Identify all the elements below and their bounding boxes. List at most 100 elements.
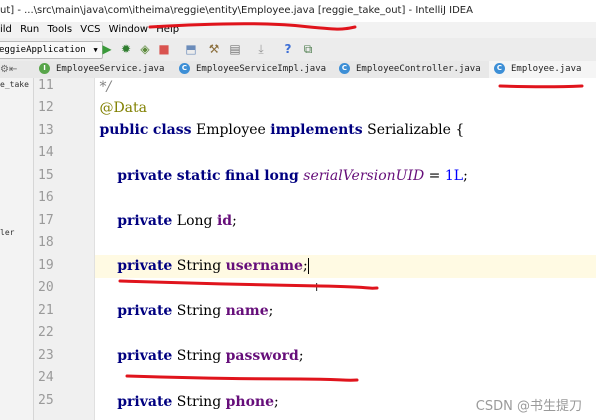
- keyword: long: [264, 168, 299, 184]
- help-icon[interactable]: ?: [281, 42, 295, 56]
- semicolon: ;: [302, 258, 308, 274]
- menu-help[interactable]: Help: [156, 24, 179, 35]
- code-editor[interactable]: */ @Data public class Employee implement…: [95, 78, 596, 420]
- collapse-icon[interactable]: ⇤: [9, 64, 17, 75]
- keyword: class: [152, 122, 192, 138]
- field-name: name: [225, 303, 269, 319]
- project-panel: e_take ler: [0, 78, 34, 420]
- chevron-down-icon: ▼: [93, 46, 98, 54]
- download-icon[interactable]: ⤓: [254, 42, 268, 56]
- keyword: final: [224, 168, 260, 184]
- annotation-data: @Data: [99, 100, 147, 116]
- line-number: 21: [38, 303, 54, 318]
- class-name: Employee: [195, 122, 266, 138]
- keyword: static: [176, 168, 221, 184]
- line-number: 25: [38, 393, 54, 408]
- field-name: phone: [225, 394, 275, 410]
- line-number: 15: [38, 168, 54, 183]
- type-name: String: [176, 348, 222, 364]
- keyword: private: [117, 258, 173, 274]
- menu-bar: ild Run Tools VCS Window Help: [0, 22, 596, 38]
- line-number: 12: [38, 100, 54, 115]
- type-name: String: [176, 303, 222, 319]
- main-toolbar: eggieApplication ▼ ▶ ✹ ◈ ■ ⬒ ⚒ ▤ ⤓ ? ⧉: [0, 38, 596, 62]
- code-line-19: private String username;: [95, 255, 596, 278]
- mouse-cursor-icon: I: [315, 281, 319, 294]
- code-line-17: private Long id;: [95, 210, 596, 233]
- menu-build[interactable]: ild: [0, 24, 12, 35]
- keyword: private: [117, 213, 173, 229]
- structure-icon[interactable]: ▤: [228, 42, 242, 56]
- text-cursor: [307, 258, 309, 274]
- semicolon: ;: [463, 168, 468, 184]
- sdk-icon[interactable]: ⚒: [207, 42, 221, 56]
- debug-icon[interactable]: ✹: [119, 42, 133, 56]
- project-tree-item[interactable]: e_take: [0, 80, 29, 89]
- line-number: 22: [38, 325, 54, 340]
- watermark: CSDN @书生提刀: [475, 399, 582, 414]
- keyword: private: [117, 394, 173, 410]
- menu-vcs[interactable]: VCS: [80, 24, 100, 35]
- code-line-12: @Data: [95, 97, 596, 120]
- keyword: public: [99, 122, 149, 138]
- tab-label: EmployeeController.java: [356, 64, 481, 74]
- line-number: 17: [38, 213, 54, 228]
- tab-label: EmployeeService.java: [56, 64, 165, 74]
- line-number: 20: [38, 280, 54, 295]
- code-line-23: private String password;: [95, 345, 596, 368]
- menu-window[interactable]: Window: [109, 24, 148, 35]
- brace: {: [455, 122, 465, 138]
- tab-label: EmployeeServiceImpl.java: [196, 64, 327, 74]
- line-number: 24: [38, 370, 54, 385]
- stop-icon[interactable]: ■: [157, 42, 171, 56]
- run-icon[interactable]: ▶: [100, 42, 114, 56]
- vcs-icon[interactable]: ⧉: [301, 42, 315, 56]
- menu-tools[interactable]: Tools: [47, 24, 72, 35]
- interface-name: Serializable: [367, 122, 451, 138]
- menu-run[interactable]: Run: [20, 24, 39, 35]
- class-icon: C: [494, 63, 505, 74]
- type-name: Long: [176, 213, 213, 229]
- build-icon[interactable]: ⬒: [184, 42, 198, 56]
- semicolon: ;: [298, 348, 304, 364]
- operator: =: [428, 168, 441, 184]
- class-icon: C: [179, 63, 190, 74]
- field-name: password: [225, 348, 299, 364]
- project-tree-item[interactable]: ler: [0, 228, 14, 237]
- line-number: 19: [38, 258, 54, 273]
- field-name: id: [216, 213, 233, 229]
- keyword: implements: [270, 122, 363, 138]
- comment-end: */: [99, 79, 112, 95]
- semicolon: ;: [268, 303, 274, 319]
- semicolon: ;: [274, 394, 279, 410]
- code-line-15: private static final long serialVersionU…: [95, 165, 596, 188]
- interface-icon: I: [39, 63, 50, 74]
- tab-label: Employee.java: [511, 64, 582, 74]
- code-line-13: public class Employee implements Seriali…: [95, 119, 596, 142]
- line-number: 13: [38, 123, 54, 138]
- window-title-bar: ut] - ...\src\main\java\com\itheima\regg…: [0, 0, 596, 22]
- code-line-11: */: [95, 76, 596, 99]
- project-panel-toolbar: ⚙⇤: [0, 61, 34, 79]
- field-name: username: [225, 258, 303, 274]
- keyword: private: [117, 348, 173, 364]
- type-name: String: [176, 394, 222, 410]
- coverage-icon[interactable]: ◈: [138, 42, 152, 56]
- class-icon: C: [339, 63, 350, 74]
- line-number: 14: [38, 145, 54, 160]
- line-number: 23: [38, 348, 54, 363]
- line-number: 18: [38, 235, 54, 250]
- run-configuration-label: eggieApplication: [0, 45, 86, 55]
- line-number: 11: [38, 78, 54, 93]
- keyword: private: [117, 168, 173, 184]
- type-name: String: [176, 258, 222, 274]
- number-literal: 1L: [444, 168, 464, 184]
- line-number: 16: [38, 190, 54, 205]
- line-number-gutter: 11 12 13 14 15 16 17 18 19 20 21 22 23 2…: [34, 78, 95, 420]
- code-line-21: private String name;: [95, 300, 596, 323]
- gear-icon[interactable]: ⚙: [0, 64, 9, 75]
- run-configuration-select[interactable]: eggieApplication ▼: [0, 41, 103, 59]
- window-title: ut] - ...\src\main\java\com\itheima\regg…: [0, 5, 473, 16]
- static-field: serialVersionUID: [303, 168, 425, 184]
- keyword: private: [117, 303, 173, 319]
